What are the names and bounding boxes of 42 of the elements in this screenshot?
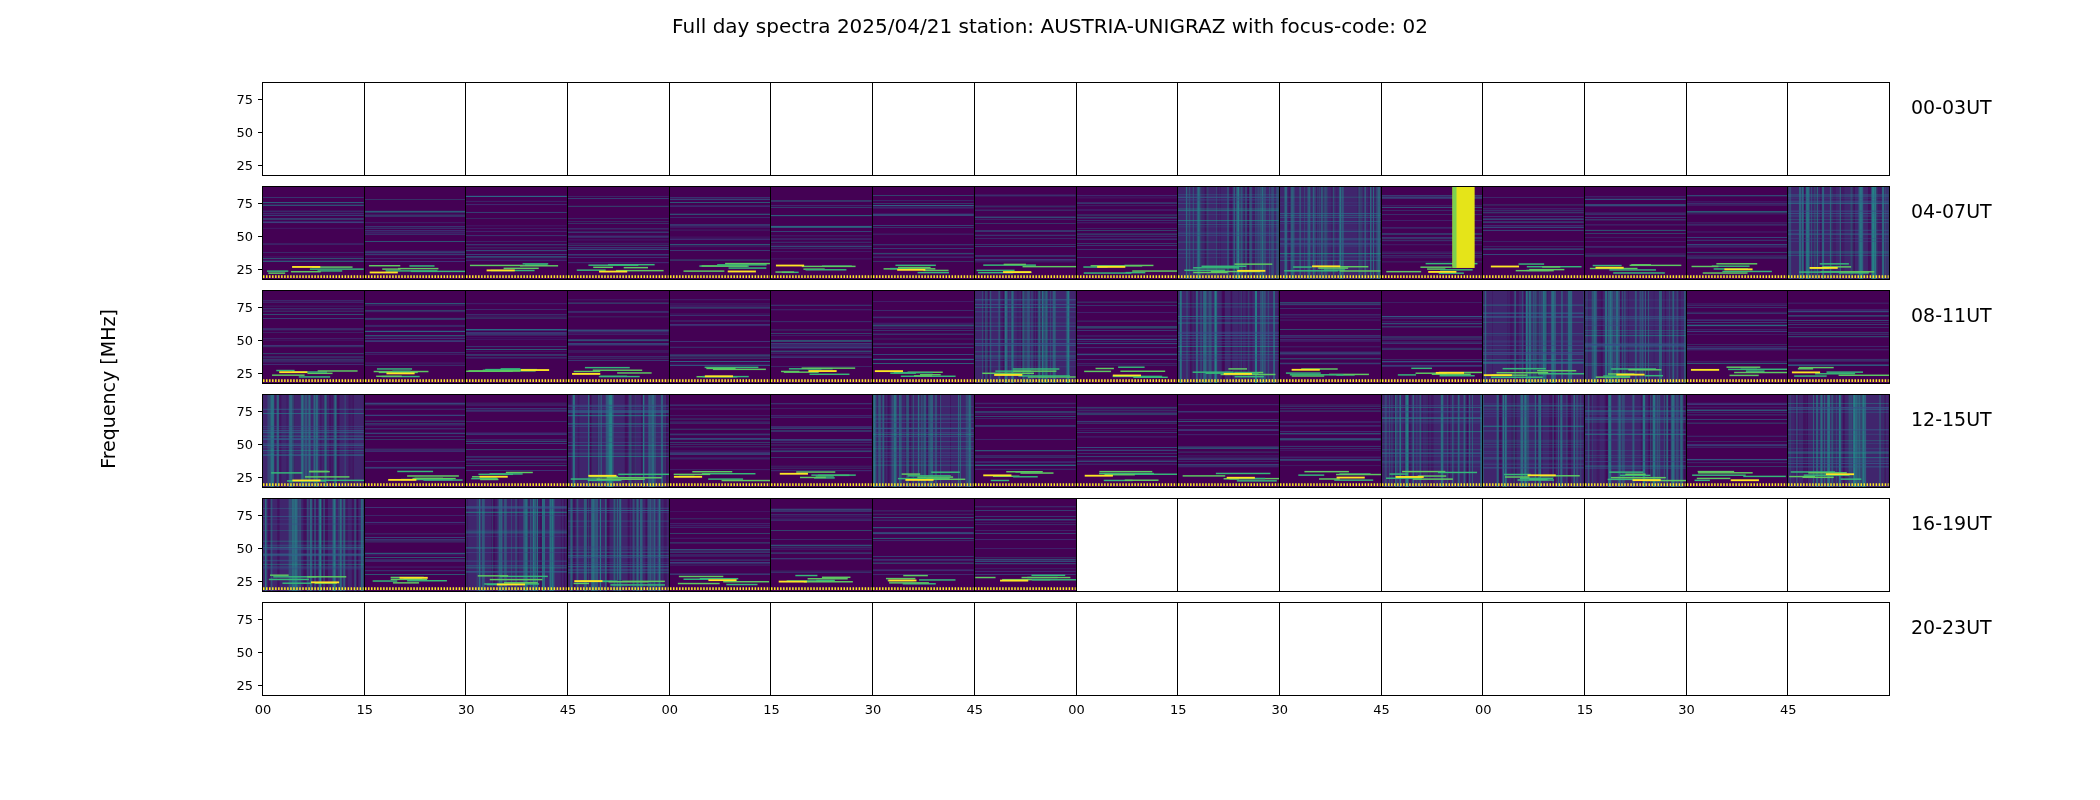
x-tick-label: 30 [458, 702, 475, 717]
y-tick-label: 75 [236, 195, 253, 211]
row-time-label: 08-11UT [1910, 303, 1992, 328]
x-tick-label: 15 [763, 702, 780, 717]
y-tick-label: 50 [236, 228, 253, 244]
y-tick-label: 25 [236, 365, 253, 381]
x-tick-label: 30 [1271, 702, 1289, 717]
x-tick-label: 00 [254, 702, 272, 717]
y-tick-label: 50 [236, 332, 253, 348]
x-tick-label: 15 [1169, 702, 1187, 717]
x-tick-label: 45 [966, 702, 984, 717]
y-tick-label: 75 [236, 611, 253, 627]
y-tick-label: 50 [236, 644, 253, 660]
y-tick-label: 75 [236, 91, 253, 107]
row-time-label: 12-15UT [1910, 407, 1992, 432]
y-tick-label: 25 [236, 261, 253, 277]
x-tick-label: 00 [1068, 702, 1085, 717]
x-tick-label: 15 [356, 702, 373, 717]
y-tick-label: 50 [236, 540, 253, 556]
x-tick-label: 00 [661, 702, 678, 717]
y-tick-label: 50 [236, 436, 253, 452]
x-tick-label: 30 [1678, 702, 1695, 717]
row-time-label: 16-19UT [1910, 511, 1992, 536]
y-tick-label: 25 [236, 469, 253, 485]
row-time-label: 04-07UT [1910, 199, 1992, 224]
y-tick-label: 25 [236, 157, 253, 173]
x-tick-label: 45 [1780, 702, 1797, 717]
row-time-label: 20-23UT [1910, 615, 1992, 640]
y-tick-label: 75 [236, 299, 253, 315]
figure-title: Full day spectra 2025/04/21 station: AUSTRIA-UNIGRAZ with focus-code: 02 [672, 14, 1428, 38]
x-tick-label: 45 [559, 702, 577, 717]
y-tick-label: 25 [236, 677, 253, 693]
y-tick-label: 75 [236, 507, 253, 523]
x-tick-label: 30 [864, 702, 882, 717]
x-tick-label: 45 [1373, 702, 1390, 717]
x-tick-label: 00 [1475, 702, 1492, 717]
x-tick-label: 15 [1576, 702, 1594, 717]
y-tick-label: 50 [236, 124, 253, 140]
y-axis-label: Frequency [MHz] [97, 309, 119, 469]
y-tick-label: 75 [236, 403, 253, 419]
row-time-label: 00-03UT [1910, 95, 1992, 120]
y-tick-label: 25 [236, 573, 253, 589]
